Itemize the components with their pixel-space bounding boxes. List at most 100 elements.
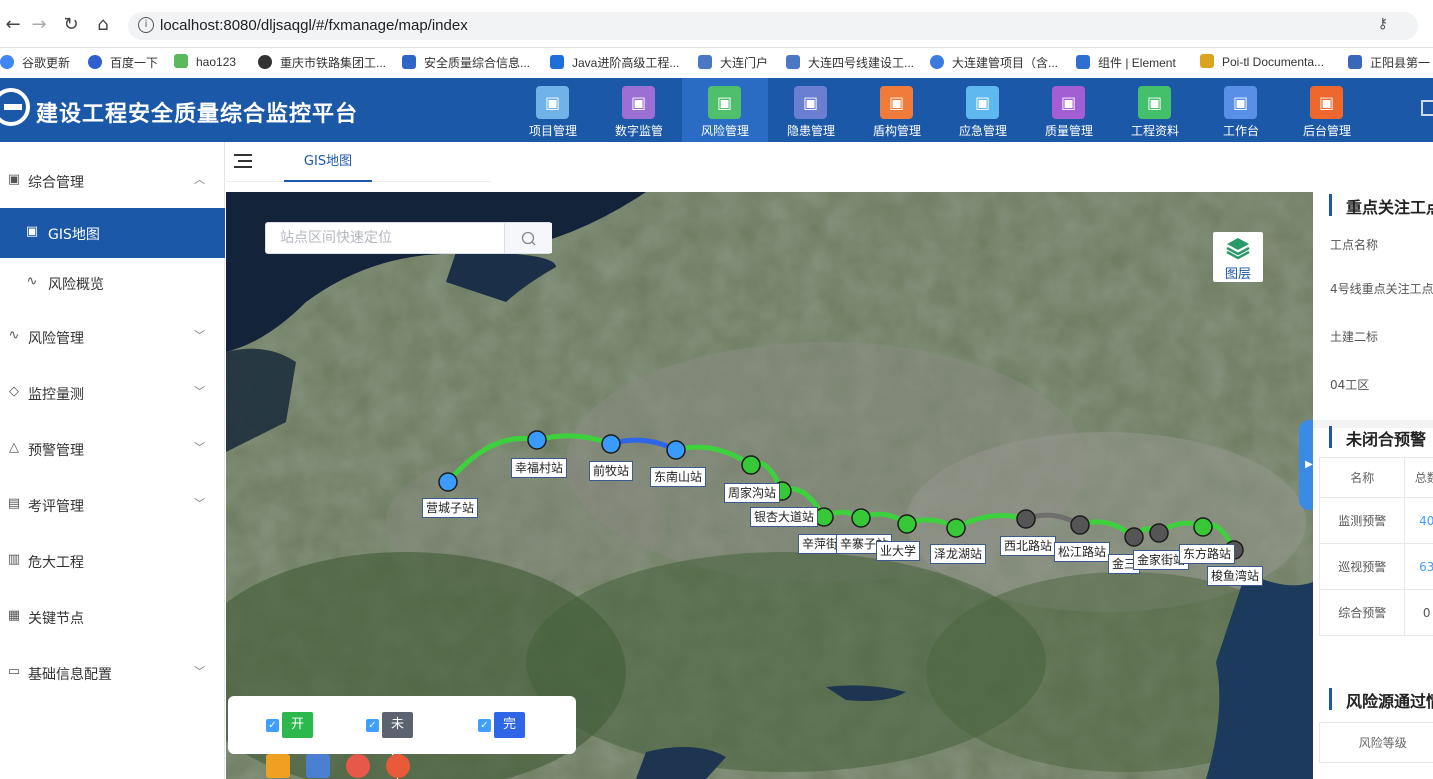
gis-map[interactable]: 图层 ▶ 营城子站幸福村站前牧站东南山站周家沟站银杏大道站辛萍街辛寨子站业大学泽…: [226, 192, 1313, 779]
checkbox[interactable]: ✓: [366, 719, 379, 732]
bookmark-item[interactable]: 大连门户: [698, 54, 768, 72]
station-label[interactable]: 梭鱼湾站: [1207, 566, 1264, 586]
station-marker[interactable]: [666, 440, 686, 460]
station-label[interactable]: 幸福村站: [511, 458, 568, 478]
sidebar-item-2[interactable]: ∿ 风险概览: [0, 258, 225, 308]
info-icon[interactable]: i: [138, 17, 154, 33]
station-label[interactable]: 前牧站: [589, 461, 634, 481]
bell-icon[interactable]: [346, 754, 370, 778]
panel-collapse-button[interactable]: ▶: [1299, 420, 1313, 510]
station-label[interactable]: 西北路站: [1000, 536, 1057, 556]
pulse-icon: ∿: [8, 328, 20, 343]
sidebar-item-0[interactable]: ▣ 综合管理 ︿: [0, 156, 225, 206]
home-icon[interactable]: ⌂: [92, 14, 114, 36]
station-label[interactable]: 松江路站: [1054, 542, 1111, 562]
sidebar-item-7[interactable]: ▥ 危大工程: [0, 536, 225, 586]
back-icon[interactable]: ←: [2, 14, 24, 36]
module-3[interactable]: ▣ 隐患管理: [768, 78, 854, 142]
menu-toggle-icon[interactable]: [234, 154, 252, 168]
reload-icon[interactable]: ↻: [60, 14, 82, 36]
alarm-icon[interactable]: [386, 754, 410, 778]
checkbox[interactable]: ✓: [478, 719, 491, 732]
sidebar-item-label: 风险管理: [28, 331, 84, 347]
bookmark-item[interactable]: 安全质量综合信息...: [402, 54, 530, 72]
module-label: 风险管理: [700, 124, 749, 138]
network-icon: ▣: [708, 86, 741, 119]
station-label[interactable]: 银杏大道站: [750, 507, 819, 527]
bookmark-item[interactable]: 大连建管项目（含...: [930, 54, 1058, 72]
module-0[interactable]: ▣ 项目管理: [510, 78, 596, 142]
warning-total[interactable]: 63: [1404, 543, 1433, 590]
station-marker[interactable]: [527, 430, 547, 450]
station-marker[interactable]: [1149, 523, 1169, 543]
bookmark-item[interactable]: 谷歌更新: [0, 54, 70, 72]
station-marker[interactable]: [1124, 527, 1144, 547]
layers-button[interactable]: 图层: [1213, 232, 1263, 282]
sidebar-item-6[interactable]: ▤ 考评管理 ﹀: [0, 480, 225, 530]
module-1[interactable]: ▣ 数字监管: [596, 78, 682, 142]
tab-gis-map[interactable]: GIS地图: [284, 142, 372, 182]
forward-icon[interactable]: →: [28, 14, 50, 36]
module-7[interactable]: ▣ 工程资料: [1112, 78, 1198, 142]
focus-section-title: 重点关注工点: [1329, 194, 1433, 217]
sidebar-item-1[interactable]: ▣ GIS地图: [0, 208, 225, 258]
sidebar-item-8[interactable]: ▦ 关键节点: [0, 592, 225, 642]
station-label[interactable]: 东南山站: [650, 467, 707, 487]
chevron-up-icon[interactable]: ︿: [194, 171, 205, 187]
module-2[interactable]: ▣ 风险管理: [682, 78, 768, 142]
sidebar-item-5[interactable]: △ 预警管理 ﹀: [0, 424, 225, 474]
warning-total[interactable]: 40: [1404, 497, 1433, 544]
station-marker[interactable]: [741, 455, 761, 475]
checkbox[interactable]: ✓: [266, 719, 279, 732]
station-label[interactable]: 东方路站: [1179, 544, 1236, 564]
station-marker[interactable]: [1193, 517, 1213, 537]
station-marker[interactable]: [1070, 515, 1090, 535]
sidebar-item-4[interactable]: ◇ 监控量测 ﹀: [0, 368, 225, 418]
station-marker[interactable]: [601, 434, 621, 454]
station-marker[interactable]: [1016, 509, 1036, 529]
station-label[interactable]: 业大学: [876, 541, 921, 561]
route-icon[interactable]: [306, 754, 330, 778]
focus-area-value: 04工区: [1330, 378, 1370, 392]
sidebar-item-label: 预警管理: [28, 443, 84, 459]
station-label[interactable]: 泽龙湖站: [930, 544, 987, 564]
line-segment: [536, 433, 612, 447]
star-icon[interactable]: [266, 754, 290, 778]
bookmark-item[interactable]: 重庆市铁路集团工...: [258, 54, 386, 72]
bookmark-item[interactable]: 正阳县第一: [1348, 54, 1430, 72]
chevron-down-icon[interactable]: ﹀: [194, 327, 205, 343]
station-marker[interactable]: [897, 514, 917, 534]
module-9[interactable]: ▣ 后台管理: [1284, 78, 1370, 142]
chevron-down-icon[interactable]: ﹀: [194, 495, 205, 511]
bookmark-item[interactable]: Poi-tl Documenta...: [1200, 54, 1324, 72]
chevron-down-icon[interactable]: ﹀: [194, 439, 205, 455]
station-marker[interactable]: [851, 508, 871, 528]
key-icon[interactable]: ⚷: [1378, 16, 1388, 32]
search-button[interactable]: [504, 223, 552, 253]
map-icon: ▣: [25, 224, 39, 239]
pulse-icon: ▣: [966, 86, 999, 119]
module-6[interactable]: ▣ 质量管理: [1026, 78, 1112, 142]
bookmark-item[interactable]: Java进阶高级工程...: [550, 54, 679, 72]
sidebar-item-9[interactable]: ▭ 基础信息配置 ﹀: [0, 648, 225, 698]
module-8[interactable]: ▣ 工作台: [1198, 78, 1284, 142]
sidebar-item-3[interactable]: ∿ 风险管理 ﹀: [0, 312, 225, 362]
module-5[interactable]: ▣ 应急管理: [940, 78, 1026, 142]
more-apps-icon[interactable]: [1421, 100, 1433, 116]
station-label[interactable]: 周家沟站: [724, 483, 781, 503]
address-bar[interactable]: i localhost:8080/dljsaqgl/#/fxmanage/map…: [128, 12, 1418, 40]
station-marker[interactable]: [946, 518, 966, 538]
chevron-down-icon[interactable]: ﹀: [194, 663, 205, 679]
module-label: 质量管理: [1044, 124, 1093, 138]
station-label[interactable]: 营城子站: [422, 498, 479, 518]
module-4[interactable]: ▣ 盾构管理: [854, 78, 940, 142]
sidebar-item-label: 考评管理: [28, 499, 84, 515]
station-marker[interactable]: [438, 472, 458, 492]
bookmark-item[interactable]: hao123: [174, 54, 236, 72]
search-input[interactable]: [266, 223, 504, 253]
bookmark-item[interactable]: 大连四号线建设工...: [786, 54, 914, 72]
chevron-down-icon[interactable]: ﹀: [194, 383, 205, 399]
bookmark-item[interactable]: 组件 | Element: [1076, 54, 1176, 72]
bookmark-item[interactable]: 百度一下: [88, 54, 158, 72]
sidebar-item-label: 风险概览: [48, 277, 104, 293]
